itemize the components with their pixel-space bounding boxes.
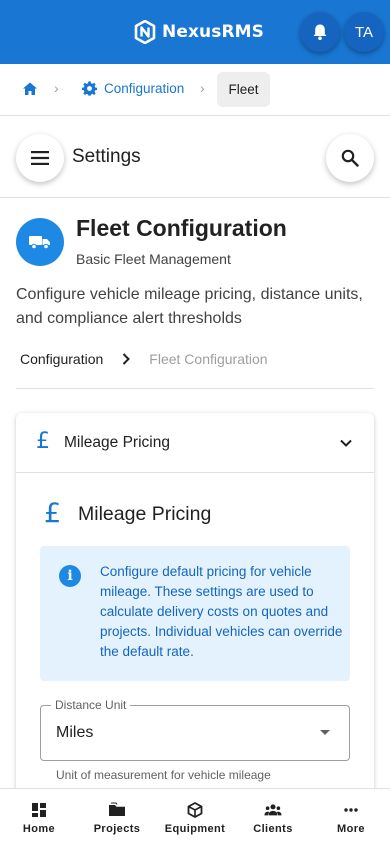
user-avatar-button[interactable]: TA — [344, 12, 384, 52]
trail-configuration-link[interactable]: Configuration — [20, 351, 103, 367]
pound-icon: £ — [44, 498, 62, 529]
breadcrumb-separator-icon: › — [54, 80, 59, 96]
people-icon — [264, 804, 282, 816]
chevron-down-icon[interactable] — [338, 435, 354, 451]
mileage-pricing-accordion: £ Mileage Pricing £ Mileage Pricing i Co… — [16, 413, 374, 833]
page-description: Configure vehicle mileage pricing, dista… — [16, 286, 363, 327]
info-alert: i Configure default pricing for vehicle … — [40, 546, 350, 681]
nav-home-label: Home — [22, 823, 56, 835]
divider — [16, 388, 374, 389]
nav-equipment[interactable]: Equipment — [156, 789, 234, 844]
page-title: Fleet Configuration — [76, 215, 287, 241]
settings-header: Settings — [0, 116, 390, 198]
chevron-right-icon — [123, 353, 131, 365]
app-bar: NexusRMS TA — [0, 0, 390, 64]
nexus-logo-icon — [134, 20, 156, 44]
dropdown-arrow-icon — [320, 730, 330, 735]
nav-projects[interactable]: Projects — [78, 789, 156, 844]
nav-equipment-label: Equipment — [164, 823, 226, 835]
home-icon[interactable] — [22, 81, 38, 97]
brand-name: NexusRMS — [162, 22, 264, 42]
distance-unit-select[interactable]: Distance Unit Miles — [40, 698, 350, 761]
trail-current: Fleet Configuration — [149, 351, 268, 367]
distance-unit-label: Distance Unit — [51, 698, 131, 712]
search-button[interactable] — [326, 134, 374, 182]
nav-projects-label: Projects — [93, 823, 141, 835]
settings-title: Settings — [72, 146, 141, 167]
page-breadcrumb: Configuration Fleet Configuration — [20, 351, 268, 367]
info-text: Configure default pricing for vehicle mi… — [100, 564, 343, 659]
gear-icon — [82, 81, 97, 96]
breadcrumb-fleet-label: Fleet — [228, 82, 259, 97]
home-grid-icon — [32, 803, 46, 817]
nav-home[interactable]: Home — [0, 789, 78, 844]
page-subtitle: Basic Fleet Management — [76, 251, 231, 267]
avatar-initials: TA — [354, 23, 374, 41]
distance-unit-helper: Unit of measurement for vehicle mileage — [56, 768, 271, 782]
nav-clients-label: Clients — [253, 823, 293, 835]
breadcrumb-separator-icon: › — [200, 80, 205, 96]
notifications-button[interactable] — [300, 12, 340, 52]
nav-clients[interactable]: Clients — [234, 789, 312, 844]
bottom-navigation: Home Projects Equipment Clients More — [0, 788, 390, 844]
info-icon: i — [59, 565, 81, 587]
hamburger-menu-icon — [31, 151, 49, 165]
breadcrumb: › Configuration › Fleet — [0, 64, 390, 116]
breadcrumb-fleet[interactable]: Fleet — [217, 72, 270, 107]
breadcrumb-configuration[interactable]: Configuration — [82, 81, 184, 96]
breadcrumb-configuration-label: Configuration — [104, 81, 185, 96]
brand-logo[interactable]: NexusRMS — [134, 20, 264, 44]
pound-icon: £ — [36, 429, 50, 454]
accordion-title: Mileage Pricing — [64, 434, 170, 451]
box-icon — [187, 802, 203, 818]
section-title: Mileage Pricing — [78, 503, 212, 525]
menu-button[interactable] — [16, 134, 64, 182]
truck-icon — [29, 236, 50, 250]
distance-unit-value: Miles — [56, 724, 94, 741]
folder-icon — [109, 802, 125, 816]
nav-more[interactable]: More — [312, 789, 390, 844]
fleet-avatar — [16, 218, 64, 266]
nav-more-label: More — [337, 823, 365, 835]
accordion-header[interactable]: £ Mileage Pricing — [16, 413, 374, 473]
search-icon — [341, 149, 359, 167]
bell-icon — [313, 24, 327, 41]
more-dots-icon — [344, 808, 358, 812]
